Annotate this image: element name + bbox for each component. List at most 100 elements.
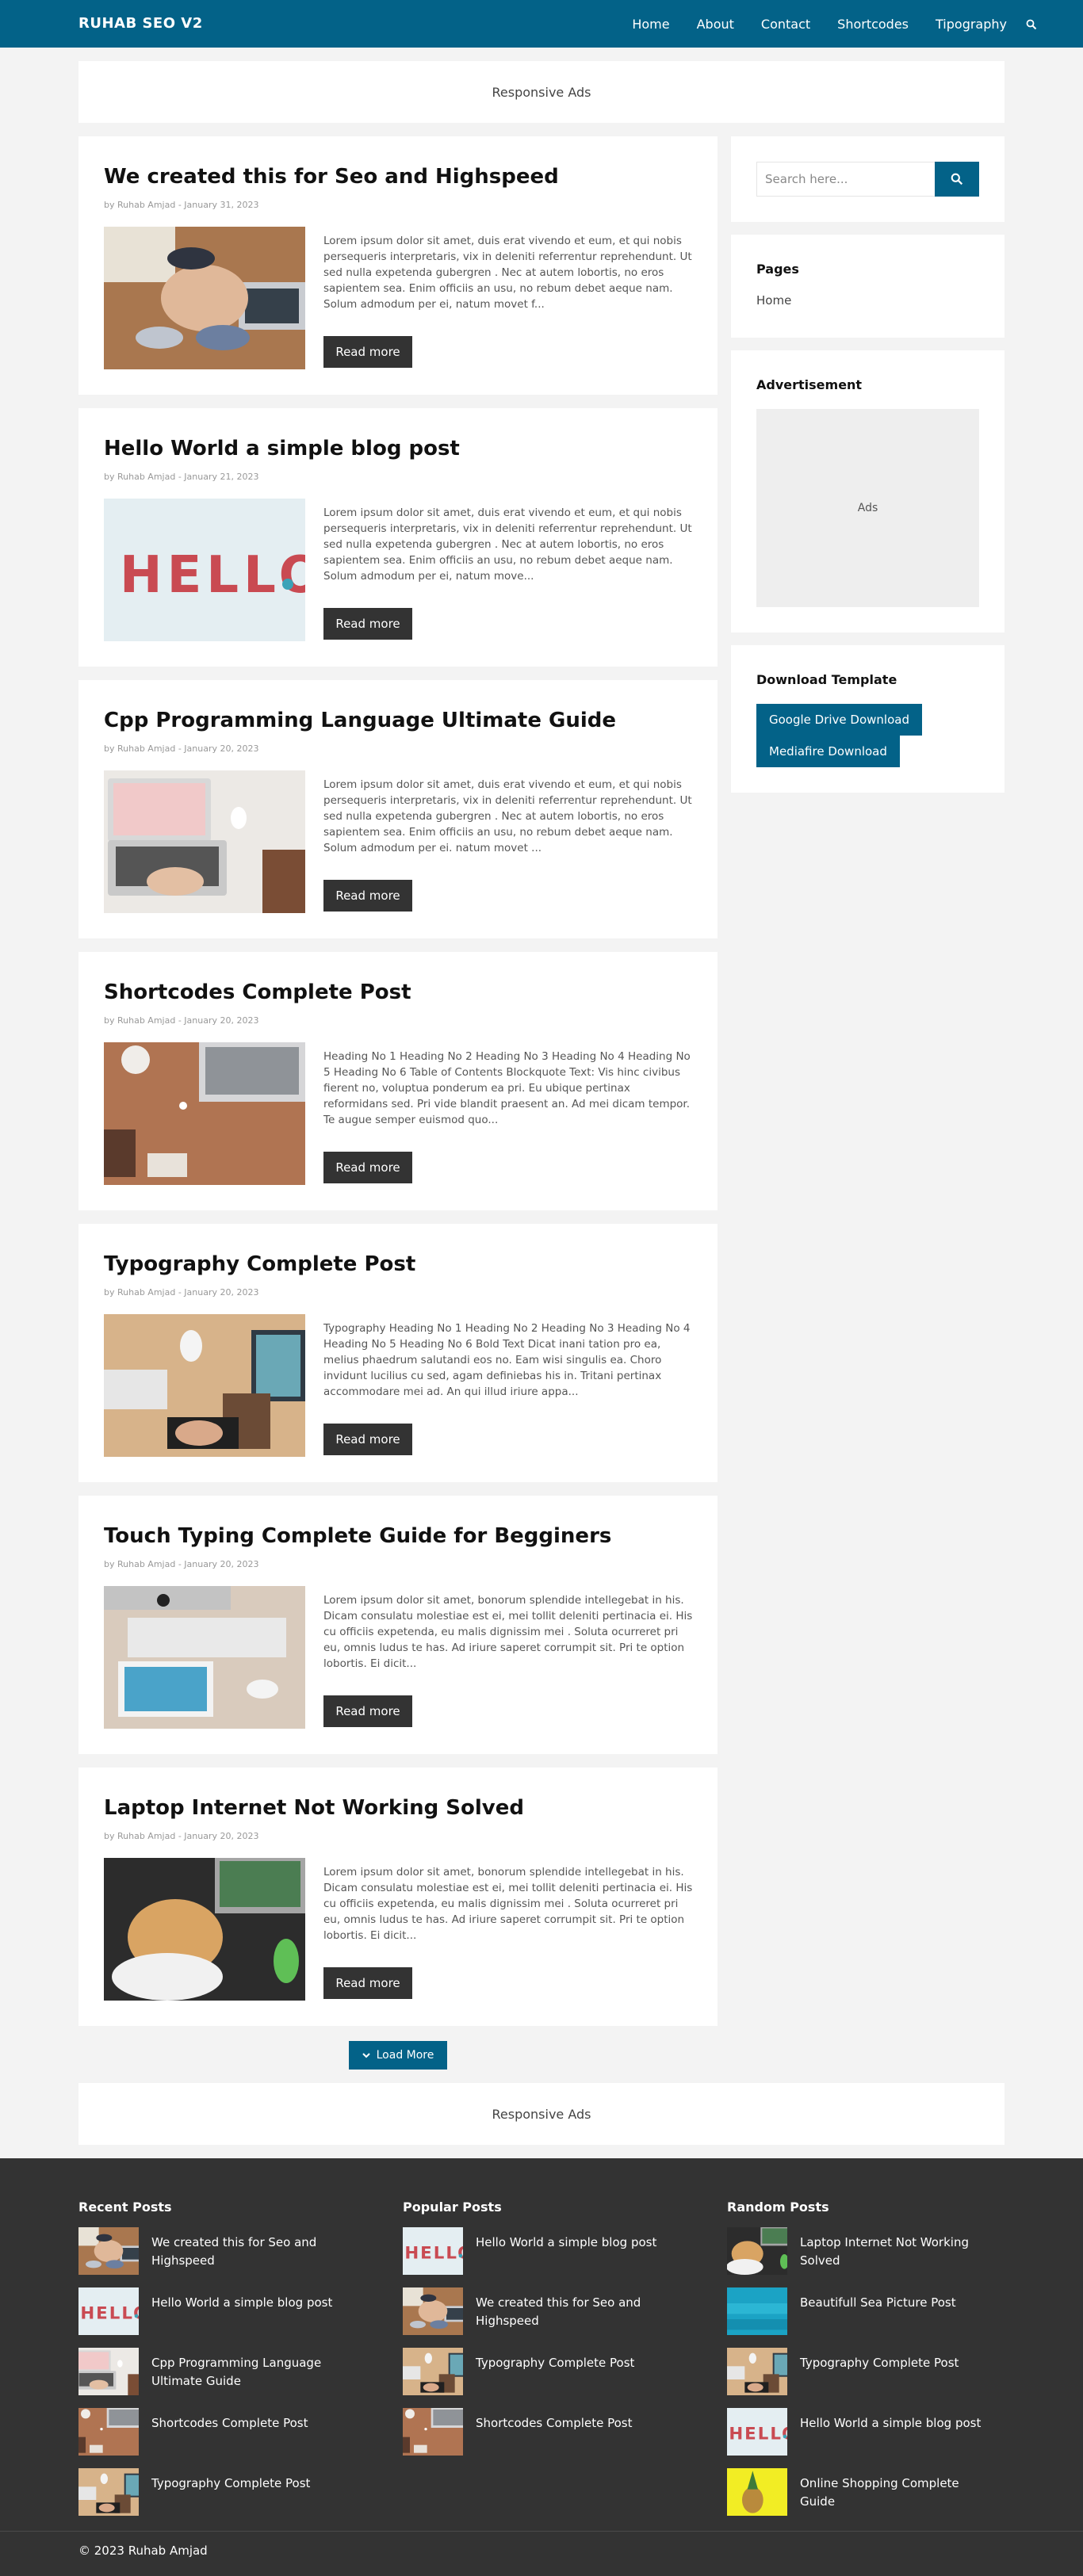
post-title[interactable]: We created this for Seo and Highspeed [104, 165, 559, 189]
post-title[interactable]: Hello World a simple blog post [104, 437, 460, 461]
list-item-title[interactable]: Hello World a simple blog post [800, 2414, 990, 2433]
nav-about[interactable]: About [697, 17, 734, 32]
post-thumbnail[interactable] [104, 770, 305, 913]
read-more-button[interactable]: Read more [323, 1424, 412, 1455]
nav-shortcodes[interactable]: Shortcodes [837, 17, 909, 32]
post-title[interactable]: Touch Typing Complete Guide for Begginer… [104, 1524, 611, 1548]
read-more-button[interactable]: Read more [323, 1695, 412, 1727]
search-icon [951, 173, 963, 185]
google-drive-download-button[interactable]: Google Drive Download [756, 704, 922, 736]
read-more-button[interactable]: Read more [323, 336, 412, 368]
list-item-title[interactable]: Laptop Internet Not Working Solved [800, 2234, 990, 2270]
post-thumbnail[interactable] [78, 2287, 139, 2335]
list-item-title[interactable]: We created this for Seo and Highspeed [476, 2294, 666, 2330]
post-thumbnail[interactable] [104, 1858, 305, 2001]
site-logo[interactable]: RUHAB SEO V2 [78, 15, 203, 32]
list-item[interactable]: Typography Complete Post [403, 2348, 680, 2395]
read-more-button[interactable]: Read more [323, 608, 412, 640]
load-more-label: Load More [376, 2049, 434, 2062]
list-item[interactable]: Cpp Programming Language Ultimate Guide [78, 2348, 356, 2395]
post-thumbnail[interactable] [78, 2468, 139, 2516]
post-thumbnail[interactable] [403, 2287, 463, 2335]
post-card: Typography Complete Post by Ruhab Amjad … [78, 1224, 718, 1482]
load-more-button[interactable]: Load More [349, 2041, 447, 2070]
read-more-button[interactable]: Read more [323, 880, 412, 912]
list-item-title[interactable]: We created this for Seo and Highspeed [151, 2234, 342, 2270]
popular-posts-heading: Popular Posts [403, 2200, 502, 2215]
bottom-ads: Responsive Ads [78, 2083, 1005, 2145]
post-thumbnail[interactable] [78, 2408, 139, 2456]
list-item-title[interactable]: Typography Complete Post [151, 2475, 342, 2493]
nav-home[interactable]: Home [632, 17, 669, 32]
post-meta: by Ruhab Amjad - January 20, 2023 [104, 1015, 259, 1026]
pages-heading: Pages [756, 262, 799, 277]
list-item[interactable]: Beautifull Sea Picture Post [727, 2287, 1005, 2335]
post-card: Laptop Internet Not Working Solved by Ru… [78, 1768, 718, 2026]
search-icon[interactable] [1026, 18, 1037, 30]
list-item-title[interactable]: Online Shopping Complete Guide [800, 2475, 990, 2511]
post-excerpt: Lorem ipsum dolor sit amet, duis erat vi… [323, 778, 692, 854]
post-meta: by Ruhab Amjad - January 31, 2023 [104, 200, 259, 210]
list-item[interactable]: Typography Complete Post [78, 2468, 356, 2516]
list-item[interactable]: Online Shopping Complete Guide [727, 2468, 1005, 2516]
list-item[interactable]: Hello World a simple blog post [403, 2227, 680, 2275]
mediafire-download-button[interactable]: Mediafire Download [756, 736, 900, 767]
post-thumbnail[interactable] [727, 2227, 787, 2275]
list-item-title[interactable]: Typography Complete Post [800, 2354, 990, 2372]
list-item[interactable]: Laptop Internet Not Working Solved [727, 2227, 1005, 2275]
copyright: © 2023 Ruhab Amjad [78, 2544, 208, 2558]
post-title[interactable]: Shortcodes Complete Post [104, 980, 411, 1004]
post-thumbnail[interactable] [78, 2227, 139, 2275]
list-item[interactable]: Hello World a simple blog post [727, 2408, 1005, 2456]
post-thumbnail[interactable] [403, 2348, 463, 2395]
post-meta: by Ruhab Amjad - January 20, 2023 [104, 1287, 259, 1298]
post-thumbnail[interactable] [403, 2227, 463, 2275]
search-button[interactable] [935, 162, 979, 197]
list-item[interactable]: We created this for Seo and Highspeed [403, 2287, 680, 2335]
post-excerpt: Heading No 1 Heading No 2 Heading No 3 H… [323, 1050, 691, 1126]
post-thumbnail[interactable] [727, 2287, 787, 2335]
post-meta: by Ruhab Amjad - January 20, 2023 [104, 1559, 259, 1569]
post-title[interactable]: Cpp Programming Language Ultimate Guide [104, 709, 616, 732]
list-item-title[interactable]: Beautifull Sea Picture Post [800, 2294, 990, 2312]
list-item[interactable]: Typography Complete Post [727, 2348, 1005, 2395]
search-input[interactable]: Search here... [756, 162, 936, 197]
list-item-title[interactable]: Hello World a simple blog post [476, 2234, 666, 2252]
list-item-title[interactable]: Shortcodes Complete Post [476, 2414, 666, 2433]
post-meta: by Ruhab Amjad - January 20, 2023 [104, 1831, 259, 1841]
read-more-button[interactable]: Read more [323, 1152, 412, 1183]
post-thumbnail[interactable] [727, 2348, 787, 2395]
list-item[interactable]: Shortcodes Complete Post [403, 2408, 680, 2456]
ad-slot: Ads [756, 409, 979, 607]
post-card: Cpp Programming Language Ultimate Guide … [78, 680, 718, 938]
post-thumbnail[interactable] [104, 1314, 305, 1457]
read-more-button[interactable]: Read more [323, 1967, 412, 1999]
post-excerpt: Lorem ipsum dolor sit amet, bonorum sple… [323, 1594, 693, 1670]
post-thumbnail[interactable] [104, 1042, 305, 1185]
download-widget: Download Template Google Drive Download … [731, 645, 1005, 793]
list-item-title[interactable]: Shortcodes Complete Post [151, 2414, 342, 2433]
pages-link-home[interactable]: Home [756, 293, 791, 308]
post-card: We created this for Seo and Highspeed by… [78, 136, 718, 395]
post-excerpt: Typography Heading No 1 Heading No 2 Hea… [323, 1322, 691, 1398]
post-thumbnail[interactable] [78, 2348, 139, 2395]
post-thumbnail[interactable] [104, 227, 305, 369]
post-title[interactable]: Typography Complete Post [104, 1252, 415, 1276]
list-item-title[interactable]: Typography Complete Post [476, 2354, 666, 2372]
site-footer: Recent Posts We created this for Seo and… [0, 2158, 1083, 2576]
post-thumbnail[interactable] [104, 499, 305, 641]
post-thumbnail[interactable] [727, 2468, 787, 2516]
list-item[interactable]: We created this for Seo and Highspeed [78, 2227, 356, 2275]
post-thumbnail[interactable] [104, 1586, 305, 1729]
post-card: Hello World a simple blog post by Ruhab … [78, 408, 718, 667]
nav-contact[interactable]: Contact [761, 17, 810, 32]
list-item-title[interactable]: Cpp Programming Language Ultimate Guide [151, 2354, 342, 2391]
list-item[interactable]: Shortcodes Complete Post [78, 2408, 356, 2456]
post-thumbnail[interactable] [403, 2408, 463, 2456]
nav-tipography[interactable]: Tipography [936, 17, 1007, 32]
list-item-title[interactable]: Hello World a simple blog post [151, 2294, 342, 2312]
post-title[interactable]: Laptop Internet Not Working Solved [104, 1796, 524, 1820]
post-thumbnail[interactable] [727, 2408, 787, 2456]
list-item[interactable]: Hello World a simple blog post [78, 2287, 356, 2335]
post-excerpt: Lorem ipsum dolor sit amet, duis erat vi… [323, 235, 692, 311]
